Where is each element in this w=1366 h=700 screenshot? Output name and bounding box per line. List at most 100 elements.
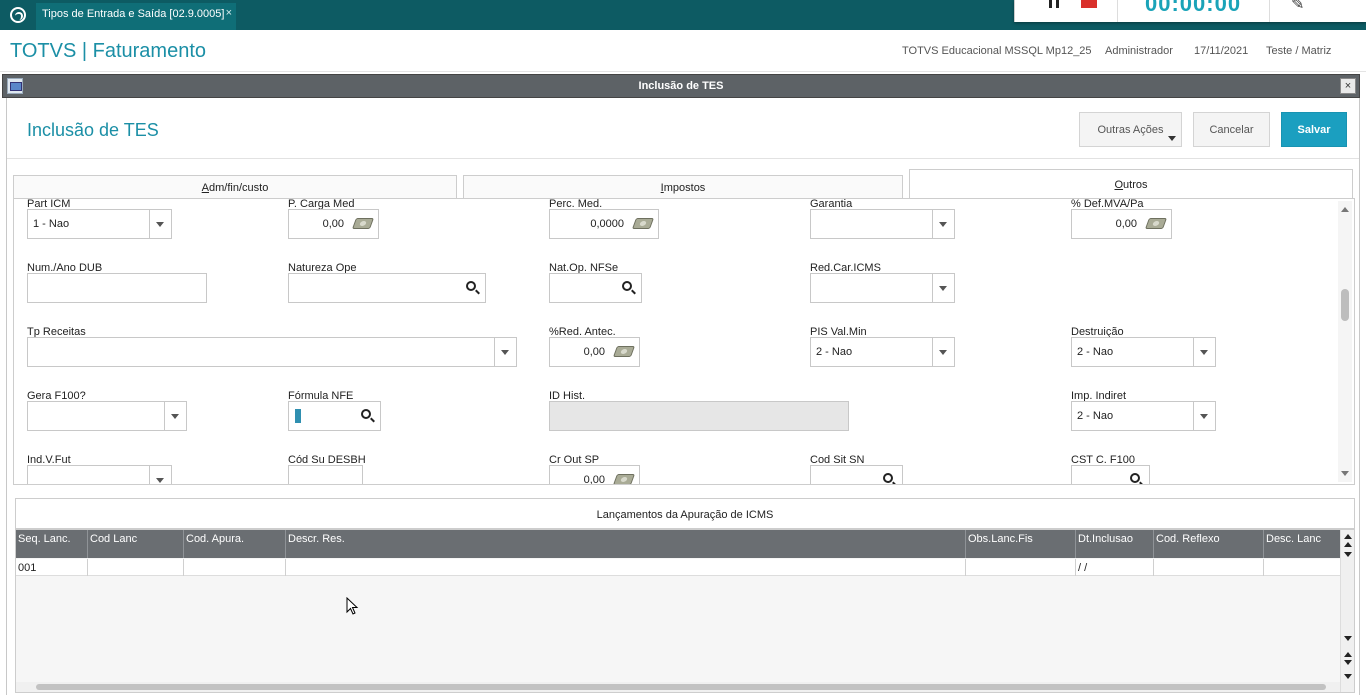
totvs-logo-icon bbox=[10, 7, 26, 23]
column-header[interactable]: Desc. Lanc bbox=[1264, 530, 1340, 558]
table-cell[interactable] bbox=[286, 559, 966, 576]
scroll-bottom-icon[interactable] bbox=[1344, 674, 1352, 679]
chevron-down-icon[interactable] bbox=[932, 274, 954, 302]
tab-close-icon[interactable]: × bbox=[226, 7, 232, 19]
search-icon[interactable] bbox=[622, 281, 632, 291]
scroll-down-icon[interactable] bbox=[1344, 636, 1352, 641]
chevron-down-icon[interactable] bbox=[494, 338, 516, 366]
save-button[interactable]: Salvar bbox=[1281, 112, 1347, 147]
table-cell[interactable] bbox=[1154, 559, 1264, 576]
draw-icon[interactable]: ✎ bbox=[1291, 0, 1304, 14]
column-header[interactable]: Cod. Apura. bbox=[184, 530, 286, 558]
search-icon[interactable] bbox=[466, 281, 476, 291]
pause-icon[interactable] bbox=[1049, 0, 1059, 8]
scroll-up-icon[interactable] bbox=[1341, 207, 1349, 212]
chevron-down-icon[interactable] bbox=[164, 402, 186, 430]
tab-label: Tipos de Entrada e Saída [02.9.0005] bbox=[42, 8, 225, 20]
table-cell[interactable] bbox=[184, 559, 286, 576]
chevron-down-icon[interactable] bbox=[932, 338, 954, 366]
scroll-top-icon[interactable] bbox=[1344, 534, 1352, 539]
other-actions-button[interactable]: Outras Ações bbox=[1079, 112, 1182, 147]
chevron-down-icon[interactable] bbox=[149, 466, 171, 484]
scroll-down-icon[interactable] bbox=[1341, 471, 1349, 476]
field-value: 0,00 bbox=[322, 218, 344, 230]
form-scrollbar[interactable] bbox=[1338, 201, 1352, 482]
scroll-thumb[interactable] bbox=[36, 684, 1326, 690]
tab-adm-fin-custo[interactable]: Adm/fin/custo bbox=[13, 175, 457, 199]
tp-receitas-select[interactable] bbox=[27, 337, 517, 367]
scroll-down-icon[interactable] bbox=[1344, 660, 1352, 665]
scroll-down-icon[interactable] bbox=[1344, 552, 1352, 557]
def-mva-pa-field[interactable]: 0,00 bbox=[1071, 209, 1172, 239]
table-cell[interactable] bbox=[966, 559, 1076, 576]
cod-su-desbh-field[interactable] bbox=[288, 465, 363, 484]
environment-label: TOTVS Educacional MSSQL Mp12_25 bbox=[902, 45, 1092, 57]
red-antec-field[interactable]: 0,00 bbox=[549, 337, 640, 367]
red-car-icms-select[interactable] bbox=[810, 273, 955, 303]
ind-v-fut-select[interactable] bbox=[27, 465, 172, 484]
perc-med-field[interactable]: 0,0000 bbox=[549, 209, 659, 239]
grid-title: Lançamentos da Apuração de ICMS bbox=[15, 498, 1355, 529]
nat-op-nfse-field[interactable] bbox=[549, 273, 642, 303]
scroll-thumb[interactable] bbox=[1341, 289, 1349, 321]
garantia-select[interactable] bbox=[810, 209, 955, 239]
column-header[interactable]: Seq. Lanc. bbox=[16, 530, 88, 558]
tab-label: utros bbox=[1123, 179, 1148, 191]
table-cell[interactable] bbox=[1264, 559, 1340, 576]
natureza-ope-field[interactable] bbox=[288, 273, 486, 303]
field-value: 0,00 bbox=[583, 346, 605, 358]
table-cell[interactable]: / / bbox=[1076, 559, 1154, 576]
p-carga-med-field[interactable]: 0,00 bbox=[288, 209, 379, 239]
search-icon[interactable] bbox=[1130, 473, 1140, 483]
formula-nfe-field[interactable] bbox=[288, 401, 381, 431]
cr-out-sp-field[interactable]: 0,00 bbox=[549, 465, 640, 484]
icms-launch-grid[interactable]: Seq. Lanc. Cod Lanc Cod. Apura. Descr. R… bbox=[15, 529, 1355, 693]
dialog-close-button[interactable]: × bbox=[1340, 78, 1356, 94]
cst-c-f100-field[interactable] bbox=[1071, 465, 1150, 484]
calculator-icon[interactable] bbox=[1144, 218, 1168, 229]
tab-outros[interactable]: Outros bbox=[909, 169, 1353, 199]
chevron-down-icon[interactable] bbox=[932, 210, 954, 238]
column-header[interactable]: Cod. Reflexo bbox=[1154, 530, 1264, 558]
cod-sit-sn-field[interactable] bbox=[810, 465, 903, 484]
divider bbox=[7, 158, 1359, 159]
home-button[interactable] bbox=[0, 0, 36, 30]
stop-icon[interactable] bbox=[1081, 0, 1097, 8]
save-label: Salvar bbox=[1297, 123, 1331, 136]
tab-impostos[interactable]: Impostos bbox=[463, 175, 903, 199]
cancel-button[interactable]: Cancelar bbox=[1193, 112, 1270, 147]
scroll-up-icon[interactable] bbox=[1344, 542, 1352, 547]
select-value: 2 - Nao bbox=[1077, 346, 1114, 358]
pis-val-min-select[interactable]: 2 - Nao bbox=[810, 337, 955, 367]
destruicao-select[interactable]: 2 - Nao bbox=[1071, 337, 1216, 367]
form-panel: Part ICM 1 - Nao P. Carga Med 0,00 Perc.… bbox=[13, 198, 1355, 485]
page-title: Inclusão de TES bbox=[27, 120, 159, 140]
grid-scrollbar[interactable] bbox=[1340, 530, 1354, 692]
divider bbox=[1117, 0, 1118, 22]
column-header[interactable]: Descr. Res. bbox=[286, 530, 966, 558]
search-icon[interactable] bbox=[361, 409, 371, 419]
chevron-down-icon[interactable] bbox=[149, 210, 171, 238]
calculator-icon[interactable] bbox=[351, 218, 375, 229]
part-icm-select[interactable]: 1 - Nao bbox=[27, 209, 172, 239]
num-ano-dub-field[interactable] bbox=[27, 273, 207, 303]
select-value: 1 - Nao bbox=[33, 218, 70, 230]
column-header[interactable]: Obs.Lanc.Fis bbox=[966, 530, 1076, 558]
column-header[interactable]: Cod Lanc bbox=[88, 530, 184, 558]
column-header[interactable]: Dt.Inclusao bbox=[1076, 530, 1154, 558]
table-row[interactable]: 001 / / bbox=[16, 559, 1340, 576]
scroll-up-icon[interactable] bbox=[1344, 652, 1352, 657]
grid-horizontal-scrollbar[interactable] bbox=[16, 682, 1340, 692]
calculator-icon[interactable] bbox=[612, 346, 636, 357]
gera-f100-select[interactable] bbox=[27, 401, 187, 431]
table-cell[interactable]: 001 bbox=[16, 559, 88, 576]
divider bbox=[1269, 0, 1270, 22]
calculator-icon[interactable] bbox=[631, 218, 655, 229]
imp-indiret-select[interactable]: 2 - Nao bbox=[1071, 401, 1216, 431]
search-icon[interactable] bbox=[883, 473, 893, 483]
tab-tipos-entrada-saida[interactable]: Tipos de Entrada e Saída [02.9.0005] × bbox=[36, 3, 236, 30]
calculator-icon[interactable] bbox=[612, 474, 636, 484]
chevron-down-icon[interactable] bbox=[1193, 338, 1215, 366]
table-cell[interactable] bbox=[88, 559, 184, 576]
chevron-down-icon[interactable] bbox=[1193, 402, 1215, 430]
